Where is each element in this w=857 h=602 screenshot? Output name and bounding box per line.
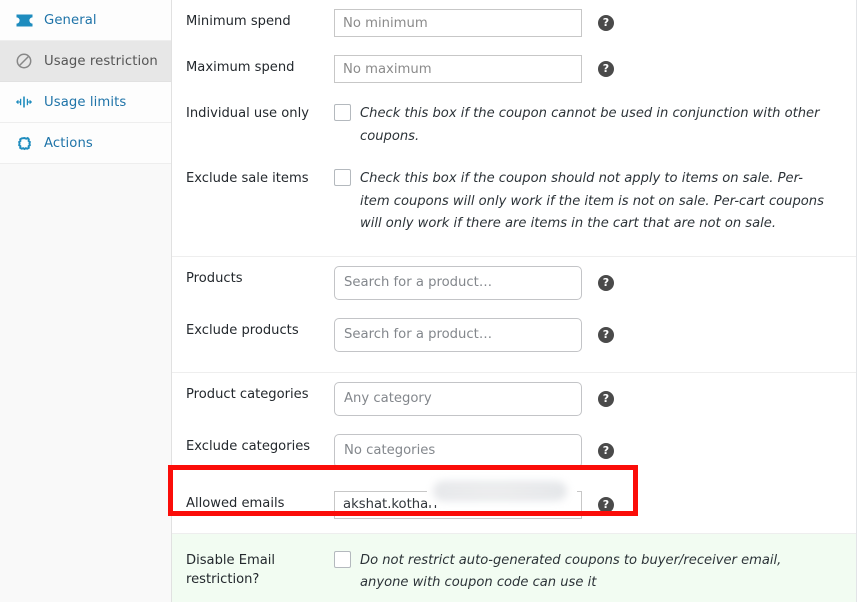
coupon-data-sidebar: General Usage restriction Usage limits A… xyxy=(0,0,172,602)
exclude-sale-items-label: Exclude sale items xyxy=(186,171,309,187)
sidebar-item-actions[interactable]: Actions xyxy=(0,123,171,164)
limits-icon xyxy=(14,93,34,111)
sidebar-item-label: General xyxy=(44,12,97,28)
restriction-group-disable-email: Disable Email restriction? Do not restri… xyxy=(172,533,856,602)
disable-email-restriction-description: Do not restrict auto-generated coupons t… xyxy=(360,552,782,591)
products-help-icon[interactable]: ? xyxy=(598,274,614,291)
maximum-spend-label: Maximum spend xyxy=(186,60,295,75)
sidebar-item-general[interactable]: General xyxy=(0,0,171,41)
sidebar-item-usage-restriction[interactable]: Usage restriction xyxy=(0,41,171,82)
product-categories-label: Product categories xyxy=(186,386,309,402)
restriction-group-spend: Minimum spend ? Maximum spend ? Individu… xyxy=(172,0,856,257)
sidebar-item-label: Usage restriction xyxy=(44,53,158,69)
products-select-input[interactable]: Search for a product… xyxy=(334,265,582,300)
minimum-spend-row: Minimum spend ? xyxy=(172,0,856,46)
allowed-emails-input[interactable] xyxy=(334,490,582,519)
disable-email-restriction-row: Disable Email restriction? Do not restri… xyxy=(172,534,856,602)
exclude-categories-row: Exclude categories No categories ? xyxy=(172,425,856,477)
minimum-spend-help-icon[interactable]: ? xyxy=(598,15,614,31)
maximum-spend-help-icon[interactable]: ? xyxy=(598,61,614,77)
individual-use-only-row: Individual use only Check this box if th… xyxy=(172,92,856,157)
product-categories-placeholder: Any category xyxy=(344,391,432,407)
exclude-sale-items-checkbox[interactable] xyxy=(334,169,351,187)
sidebar-item-label: Actions xyxy=(44,135,93,151)
exclude-products-select-input[interactable]: Search for a product… xyxy=(334,317,582,352)
maximum-spend-input[interactable] xyxy=(334,55,582,83)
individual-use-only-label: Individual use only xyxy=(186,106,309,121)
sidebar-item-label: Usage limits xyxy=(44,94,127,110)
exclude-categories-select-input[interactable]: No categories xyxy=(334,433,582,468)
allowed-emails-label: Allowed emails xyxy=(186,495,285,511)
restriction-group-products: Products Search for a product… ? Exclude… xyxy=(172,257,856,373)
products-row: Products Search for a product… ? xyxy=(172,257,856,309)
exclude-products-label: Exclude products xyxy=(186,322,299,338)
exclude-products-placeholder: Search for a product… xyxy=(344,327,493,343)
products-label: Products xyxy=(186,270,243,286)
sidebar-list: General Usage restriction Usage limits A… xyxy=(0,0,171,164)
exclude-categories-label: Exclude categories xyxy=(186,438,311,454)
sidebar-item-usage-limits[interactable]: Usage limits xyxy=(0,82,171,123)
product-categories-row: Product categories Any category ? xyxy=(172,373,856,425)
minimum-spend-label: Minimum spend xyxy=(186,14,291,29)
maximum-spend-row: Maximum spend ? xyxy=(172,46,856,92)
allowed-emails-row: Allowed emails ? xyxy=(172,477,856,533)
coupon-data-panel: General Usage restriction Usage limits A… xyxy=(0,0,857,602)
exclude-sale-items-row: Exclude sale items Check this box if the… xyxy=(172,157,856,245)
product-categories-select-input[interactable]: Any category xyxy=(334,381,582,416)
individual-use-only-description: Check this box if the coupon cannot be u… xyxy=(360,106,820,144)
allowed-emails-help-icon[interactable]: ? xyxy=(598,496,614,513)
minimum-spend-input[interactable] xyxy=(334,9,582,37)
restriction-group-categories: Product categories Any category ? Exclud… xyxy=(172,373,856,534)
gear-icon xyxy=(14,134,34,152)
individual-use-only-checkbox[interactable] xyxy=(334,104,351,121)
exclude-products-help-icon[interactable]: ? xyxy=(598,326,614,343)
product-categories-help-icon[interactable]: ? xyxy=(598,390,614,407)
disable-email-restriction-label: Disable Email restriction? xyxy=(186,552,276,587)
usage-restriction-panel: Minimum spend ? Maximum spend ? Individu… xyxy=(172,0,856,602)
exclude-categories-placeholder: No categories xyxy=(344,443,436,459)
products-placeholder: Search for a product… xyxy=(344,275,493,291)
exclude-categories-help-icon[interactable]: ? xyxy=(598,442,614,459)
disable-email-restriction-checkbox[interactable] xyxy=(334,550,351,568)
exclude-products-row: Exclude products Search for a product… ? xyxy=(172,309,856,361)
exclude-sale-items-description: Check this box if the coupon should not … xyxy=(360,171,824,232)
no-entry-icon xyxy=(14,52,34,70)
ticket-icon xyxy=(14,11,34,29)
